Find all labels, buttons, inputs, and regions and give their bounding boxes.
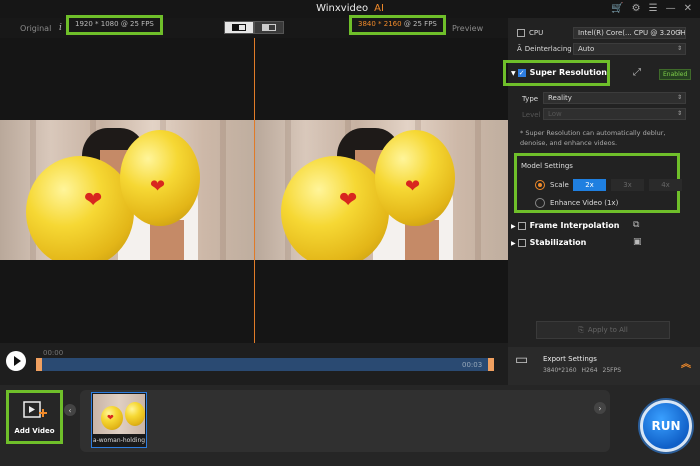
enabled-badge: Enabled	[659, 69, 692, 80]
start-time: 00:00	[43, 349, 64, 357]
end-time: 00:03	[462, 361, 483, 369]
scale-radio[interactable]	[535, 180, 545, 190]
add-video-label: Add Video	[14, 427, 55, 435]
output-resolution: 3840 * 2160	[358, 20, 402, 28]
app-title-ai: AI	[374, 3, 384, 14]
split-view-icon	[232, 24, 246, 31]
export-resolution: 3840*2160	[543, 367, 577, 374]
cpu-label: CPU	[529, 29, 544, 37]
export-settings-bar[interactable]	[508, 347, 700, 385]
side-by-side-button[interactable]	[254, 21, 284, 34]
trim-end-handle[interactable]	[488, 358, 494, 371]
scale-label: Scale	[550, 181, 569, 189]
stabilization-label: Stabilization	[529, 238, 587, 247]
deinterlacing-label: Deinterlacing	[524, 45, 572, 53]
scroll-right-button[interactable]: ›	[594, 402, 606, 414]
model-settings-label: Model Settings	[521, 162, 573, 170]
menu-icon[interactable]: ☰	[649, 3, 658, 14]
input-fps: @ 25 FPS	[120, 20, 154, 28]
info-icon[interactable]: i	[59, 23, 62, 33]
original-frame: ❤ ❤	[0, 120, 254, 260]
frame-interpolation-label: Frame Interpolation	[529, 221, 620, 230]
input-resolution-box: 1920 * 1080 @ 25 FPS	[66, 15, 163, 35]
run-button[interactable]: RUN	[640, 400, 692, 452]
deinterlacing-row: Ā Deinterlacing	[517, 45, 572, 53]
expand-up-icon[interactable]: ︽	[681, 355, 691, 370]
gear-icon[interactable]: ⚙	[632, 3, 641, 14]
preview-frame: ❤ ❤	[255, 120, 509, 260]
app-title: Winxvideo AI	[0, 3, 700, 14]
cpu-row: CPU	[517, 29, 543, 37]
super-resolution-header[interactable]: ▼ ✓ Super Resolution	[511, 68, 607, 77]
thumbnail-caption: a-woman-holding	[92, 437, 146, 444]
copy-icon: ⎘	[578, 325, 584, 334]
deinterlacing-select[interactable]: Auto	[573, 43, 686, 55]
compare-divider[interactable]	[254, 38, 255, 343]
enhance-video-radio[interactable]	[535, 198, 545, 208]
play-icon	[13, 356, 21, 366]
side-by-side-icon	[262, 24, 276, 31]
cpu-select[interactable]: Intel(R) Core(... CPU @ 3.20GH	[573, 27, 686, 39]
apply-to-all-button[interactable]: ⎘ Apply to All	[536, 321, 670, 339]
scroll-left-button[interactable]: ‹	[64, 404, 76, 416]
export-codec: H264	[581, 367, 598, 374]
resize-icon: ⤢	[633, 67, 641, 78]
frame-interpolation-icon: ⧉	[633, 220, 640, 230]
add-video-icon	[22, 401, 47, 418]
preview-label: Preview	[452, 24, 484, 33]
expand-arrow-icon: ▼	[511, 70, 516, 77]
deinterlace-icon: Ā	[517, 45, 522, 53]
view-mode-toggle	[224, 21, 284, 34]
export-settings-details: 3840*2160 H264 25FPS	[543, 367, 621, 374]
add-video-button[interactable]: Add Video	[6, 390, 63, 444]
output-resolution-box: 3840 * 2160 @ 25 FPS	[349, 15, 446, 35]
split-view-button[interactable]	[224, 21, 254, 34]
cart-icon[interactable]: 🛒	[611, 3, 623, 14]
video-list	[80, 390, 610, 452]
export-settings-icon: ▭	[515, 352, 529, 368]
expand-arrow-icon: ▶	[511, 240, 516, 247]
export-settings-title: Export Settings	[543, 355, 597, 363]
super-resolution-label: Super Resolution	[529, 68, 608, 77]
stabilization-header[interactable]: ▶ Stabilization	[511, 238, 586, 247]
stabilization-checkbox[interactable]	[517, 238, 526, 247]
thumbnail-image: ❤	[93, 394, 145, 434]
original-label: Original	[20, 24, 52, 33]
camera-icon: ▣	[633, 237, 642, 247]
super-resolution-checkbox[interactable]: ✓	[517, 68, 526, 77]
trim-start-handle[interactable]	[36, 358, 42, 371]
scale-2x-button[interactable]: 2x	[573, 179, 606, 191]
output-fps: @ 25 FPS	[403, 20, 437, 28]
apply-to-all-label: Apply to All	[587, 326, 628, 334]
video-thumbnail[interactable]: ❤ a-woman-holding	[91, 392, 147, 448]
minimize-icon[interactable]: —	[666, 3, 676, 14]
export-fps: 25FPS	[602, 367, 622, 374]
level-select[interactable]: Low	[543, 108, 686, 120]
window-controls: 🛒 ⚙ ☰ — ✕	[611, 3, 692, 14]
expand-arrow-icon: ▶	[511, 223, 516, 230]
frame-interpolation-checkbox[interactable]	[517, 221, 526, 230]
scale-3x-button[interactable]: 3x	[611, 179, 644, 191]
app-title-text: Winxvideo	[316, 3, 369, 14]
type-select[interactable]: Reality	[543, 92, 686, 104]
play-button[interactable]	[6, 351, 26, 371]
enhance-video-label: Enhance Video (1x)	[550, 199, 619, 207]
close-icon[interactable]: ✕	[684, 3, 692, 14]
scale-4x-button[interactable]: 4x	[649, 179, 682, 191]
level-label: Level	[522, 111, 541, 119]
cpu-checkbox[interactable]	[517, 29, 525, 37]
input-resolution: 1920 * 1080	[75, 20, 119, 28]
timeline-track[interactable]	[36, 358, 494, 371]
super-resolution-note: * Super Resolution can automatically deb…	[520, 129, 666, 147]
frame-interpolation-header[interactable]: ▶ Frame Interpolation	[511, 221, 619, 230]
type-label: Type	[522, 95, 539, 103]
